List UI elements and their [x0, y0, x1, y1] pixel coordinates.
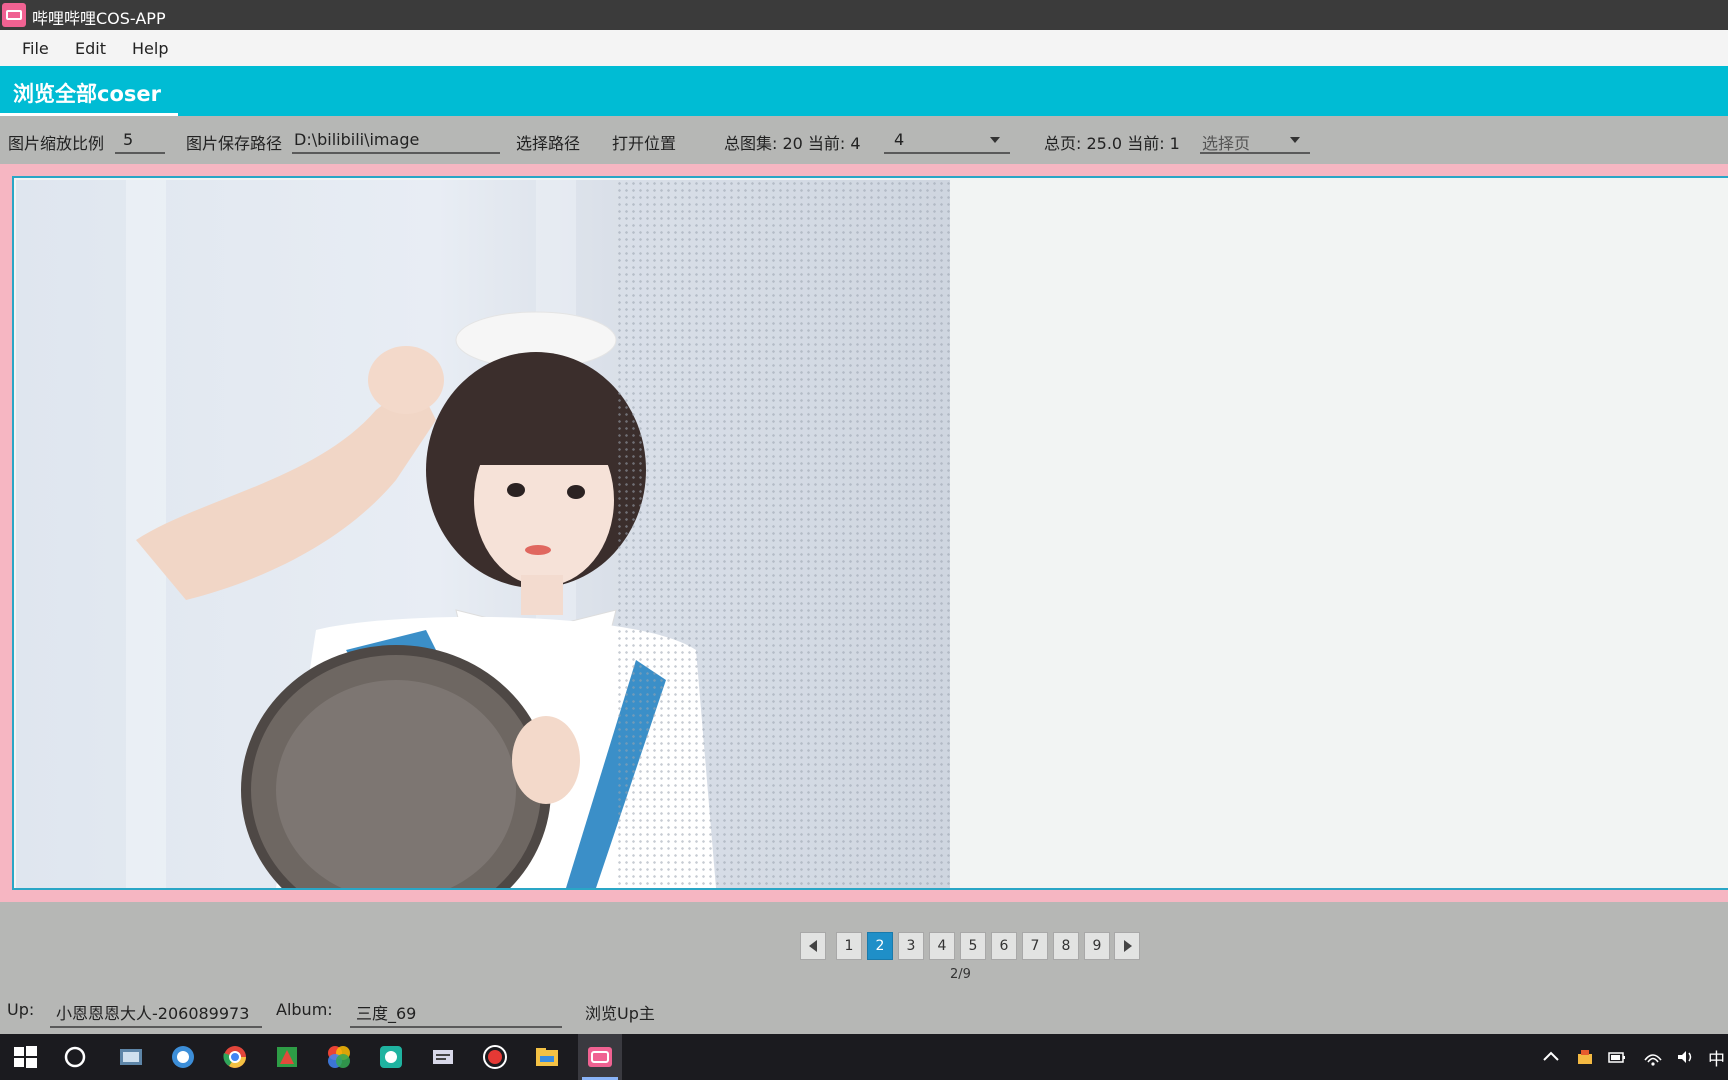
page-select[interactable]: 选择页	[1200, 124, 1310, 154]
tab-label: 浏览全部coser	[13, 82, 161, 106]
total-albums-label: 总图集: 20 当前: 4	[724, 134, 861, 153]
up-field[interactable]: 小恩恩恩大人-206089973	[50, 998, 262, 1028]
chevron-down-icon	[990, 137, 1000, 143]
image-viewer-frame	[0, 164, 1728, 902]
pagination-status: 2/9	[950, 967, 971, 982]
page-button-4[interactable]: 4	[929, 932, 955, 960]
next-page-button[interactable]	[1114, 932, 1140, 960]
wifi-icon[interactable]	[1642, 1046, 1664, 1068]
album-field[interactable]: 三度_69	[350, 998, 562, 1028]
page-button-9[interactable]: 9	[1084, 932, 1110, 960]
save-path-label: 图片保存路径	[186, 134, 283, 153]
page-select-placeholder: 选择页	[1202, 134, 1251, 153]
bili-app-icon	[588, 1047, 612, 1067]
save-path-input[interactable]: D:\bilibili\image	[292, 124, 500, 154]
chevron-left-icon	[809, 940, 817, 952]
choose-path-button[interactable]: 选择路径	[516, 130, 580, 154]
menu-bar: File Edit Help	[0, 30, 1728, 66]
search-icon[interactable]	[60, 1042, 90, 1072]
color-app-icon[interactable]	[324, 1042, 354, 1072]
app-icon	[2, 3, 26, 27]
tab-bar: 浏览全部coser	[0, 66, 1728, 116]
album-select-value: 4	[894, 130, 905, 149]
up-value: 小恩恩恩大人-206089973	[56, 1004, 250, 1023]
up-label: Up:	[7, 1000, 35, 1019]
album-select[interactable]: 4	[884, 124, 1010, 154]
dotted-wall-texture	[616, 180, 950, 888]
page-button-3[interactable]: 3	[898, 932, 924, 960]
battery-icon[interactable]	[1606, 1046, 1628, 1068]
window-title: 哔哩哔哩COS-APP	[32, 9, 166, 28]
prev-page-button[interactable]	[800, 932, 826, 960]
tab-browse-all-coser[interactable]: 浏览全部coser	[0, 66, 178, 116]
camera-app-icon[interactable]	[376, 1042, 406, 1072]
page-button-5[interactable]: 5	[960, 932, 986, 960]
ime-indicator[interactable]: 中	[1708, 1045, 1725, 1070]
footer-info: Up: 小恩恩恩大人-206089973 Album: 三度_69 浏览Up主	[0, 995, 1728, 1031]
page-button-6[interactable]: 6	[991, 932, 1017, 960]
total-pages-label: 总页: 25.0 当前: 1	[1044, 134, 1180, 153]
file-manager-icon[interactable]	[116, 1042, 146, 1072]
image-viewer[interactable]	[12, 176, 1728, 890]
album-value: 三度_69	[356, 1004, 417, 1023]
chevron-up-icon[interactable]	[1540, 1046, 1562, 1068]
page-button-1[interactable]: 1	[836, 932, 862, 960]
taskbar-active-slot[interactable]	[578, 1034, 622, 1080]
save-path-value: D:\bilibili\image	[294, 130, 420, 149]
editor-icon[interactable]	[428, 1042, 458, 1072]
scale-value: 5	[123, 130, 134, 149]
menu-edit[interactable]: Edit	[75, 39, 106, 58]
scale-input[interactable]: 5	[115, 124, 165, 154]
taskbar: 中	[0, 1034, 1728, 1080]
browse-up-button[interactable]: 浏览Up主	[585, 1000, 655, 1024]
menu-file[interactable]: File	[22, 39, 49, 58]
page-button-2[interactable]: 2	[867, 932, 893, 960]
title-bar: 哔哩哔哩COS-APP	[0, 0, 1728, 30]
page-button-8[interactable]: 8	[1053, 932, 1079, 960]
album-label: Album:	[276, 1000, 333, 1019]
tray-app-icon[interactable]	[1574, 1046, 1596, 1068]
office-icon[interactable]	[272, 1042, 302, 1072]
cosplay-photo	[16, 180, 950, 888]
browser-icon[interactable]	[168, 1042, 198, 1072]
recorder-icon[interactable]	[480, 1042, 510, 1072]
toolbar: 图片缩放比例 5 图片保存路径 D:\bilibili\image 选择路径 打…	[0, 116, 1728, 164]
scale-label: 图片缩放比例	[8, 134, 105, 153]
chevron-down-icon	[1290, 137, 1300, 143]
chrome-icon[interactable]	[220, 1042, 250, 1072]
volume-icon[interactable]	[1674, 1046, 1696, 1068]
page-button-7[interactable]: 7	[1022, 932, 1048, 960]
menu-help[interactable]: Help	[132, 39, 168, 58]
folder-icon[interactable]	[532, 1042, 562, 1072]
open-location-button[interactable]: 打开位置	[612, 130, 676, 154]
chevron-right-icon	[1124, 940, 1132, 952]
start-icon[interactable]	[10, 1042, 40, 1072]
